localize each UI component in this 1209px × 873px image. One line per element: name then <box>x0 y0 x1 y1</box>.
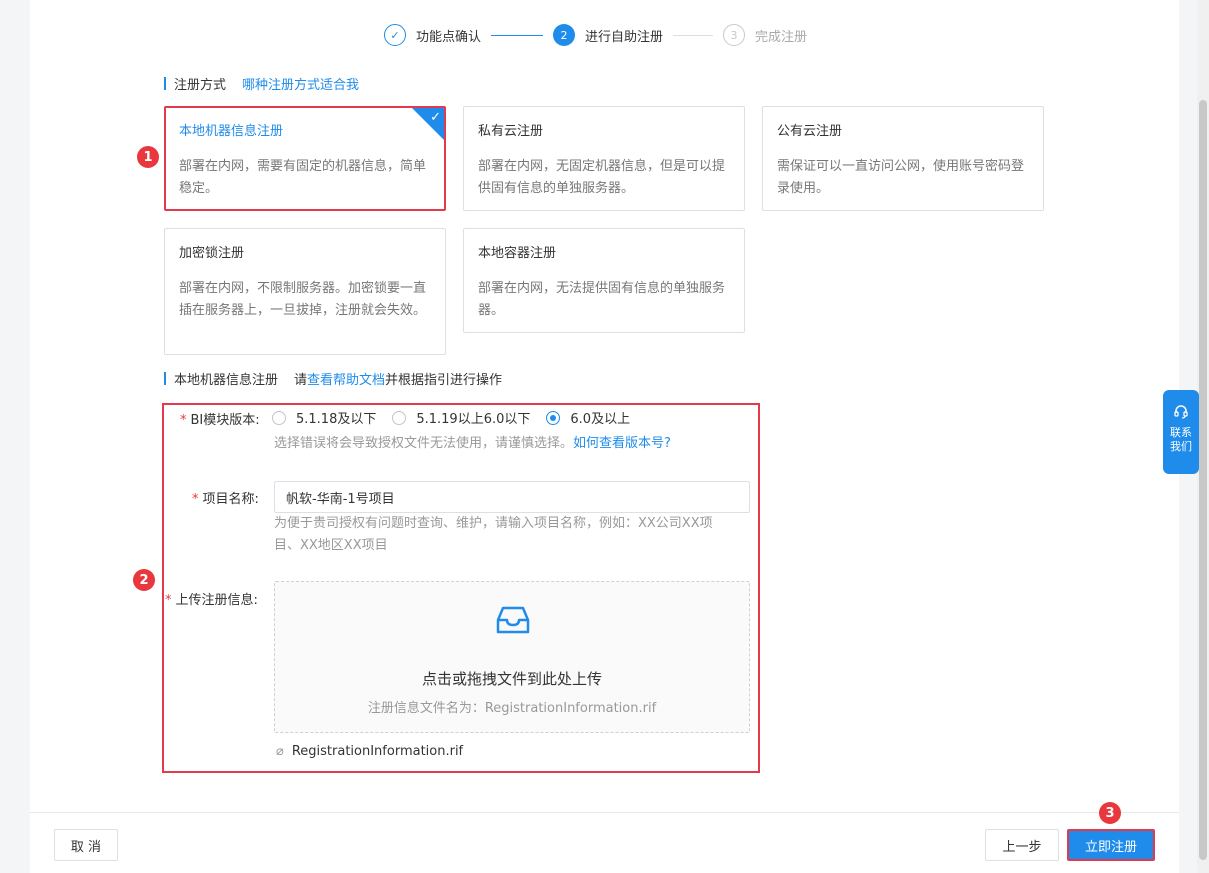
headset-icon <box>1174 405 1188 419</box>
instruction-suffix: 并根据指引进行操作 <box>385 373 503 388</box>
radio-circle[interactable] <box>546 410 561 425</box>
radio-label: 5.1.19以上6.0以下 <box>416 412 531 427</box>
section-title-text: 注册方式 <box>174 78 227 93</box>
section-title-text: 本地机器信息注册 <box>174 373 279 388</box>
annotation-badge-1: 1 <box>137 146 159 168</box>
registration-method-title: 注册方式 哪种注册方式适合我 <box>164 74 359 93</box>
radio-version-5118[interactable]: 5.1.18及以下 <box>272 408 376 427</box>
card-public-cloud[interactable]: 公有云注册 需保证可以一直访问公网，使用账号密码登录使用。 <box>762 106 1044 211</box>
annotation-badge-3: 3 <box>1099 802 1121 824</box>
project-hint: 为便于贵司授权有问题时查询、维护，请输入项目名称，例如：XX公司XX项 目、XX… <box>274 516 713 553</box>
step-connector <box>491 34 544 36</box>
card-dongle[interactable]: 加密锁注册 部署在内网，不限制服务器。加密锁要一直插在服务器上，一旦拔掉，注册就… <box>164 228 446 355</box>
radio-circle[interactable] <box>392 410 407 425</box>
progress-steps: ✓ 功能点确认 2 进行自助注册 3 完成注册 <box>384 22 807 48</box>
left-gutter <box>0 0 30 873</box>
card-private-cloud[interactable]: 私有云注册 部署在内网，无固定机器信息，但是可以提供固有信息的单独服务器。 <box>463 106 745 211</box>
upload-sub-text: 注册信息文件名为：RegistrationInformation.rif <box>367 701 657 716</box>
step-check-icon: ✓ <box>384 24 406 46</box>
step-number: 2 <box>553 24 576 46</box>
card-desc: 部署在内网，需要有固定的机器信息，简单稳定。 <box>179 159 427 196</box>
card-local-machine[interactable]: 本地机器信息注册 部署在内网，需要有固定的机器信息，简单稳定。 ✓ <box>164 106 446 211</box>
card-title: 私有云注册 <box>478 124 544 139</box>
step-function-confirm: ✓ 功能点确认 <box>384 24 481 46</box>
scrollbar-thumb[interactable] <box>1199 100 1207 860</box>
project-name-input[interactable] <box>274 481 750 513</box>
step-label: 功能点确认 <box>416 29 482 45</box>
paperclip-icon: ⌀ <box>276 744 284 759</box>
title-bar <box>164 372 166 385</box>
contact-label: 联系我们 <box>1170 426 1192 453</box>
version-radio-group: 5.1.18及以下 5.1.19以上6.0以下 6.0及以上 <box>272 408 646 427</box>
footer-divider <box>30 812 1179 813</box>
which-method-link[interactable]: 哪种注册方式适合我 <box>242 74 359 93</box>
inbox-icon <box>496 606 530 634</box>
radio-version-5119-60[interactable]: 5.1.19以上6.0以下 <box>392 408 530 427</box>
card-local-container[interactable]: 本地容器注册 部署在内网，无法提供固有信息的单独服务器。 <box>463 228 745 333</box>
instruction-prefix: 请 <box>294 373 308 388</box>
upload-dropzone[interactable]: 点击或拖拽文件到此处上传 注册信息文件名为：RegistrationInform… <box>274 581 750 733</box>
uploaded-file-name: RegistrationInformation.rif <box>291 744 464 759</box>
annotation-badge-2: 2 <box>133 569 155 591</box>
contact-us-button[interactable]: 联系我们 <box>1163 390 1199 474</box>
uploaded-file-item[interactable]: ⌀ RegistrationInformation.rif <box>276 744 463 759</box>
step-self-register: 2 进行自助注册 <box>553 24 663 46</box>
step-label: 进行自助注册 <box>585 29 664 45</box>
radio-version-60[interactable]: 6.0及以上 <box>546 408 630 427</box>
step-number: 3 <box>723 24 746 46</box>
card-title: 本地机器信息注册 <box>179 124 284 139</box>
card-desc: 需保证可以一直访问公网，使用账号密码登录使用。 <box>777 159 1025 196</box>
cancel-button[interactable]: 取 消 <box>54 829 118 861</box>
help-doc-link[interactable]: 查看帮助文档 <box>307 369 385 388</box>
register-now-button[interactable]: 立即注册 <box>1067 829 1155 861</box>
step-connector <box>673 34 714 36</box>
radio-label: 6.0及以上 <box>570 412 631 427</box>
step-complete: 3 完成注册 <box>723 24 807 46</box>
card-desc: 部署在内网，不限制服务器。加密锁要一直插在服务器上，一旦拔掉，注册就会失效。 <box>179 281 427 318</box>
prev-step-button[interactable]: 上一步 <box>985 829 1059 861</box>
version-label: * BI模块版本: <box>180 413 260 428</box>
upload-label: * 上传注册信息: <box>165 593 258 608</box>
card-title: 本地容器注册 <box>478 246 557 261</box>
card-title: 加密锁注册 <box>179 246 245 261</box>
version-hint: 选择错误将会导致授权文件无法使用，请谨慎选择。如何查看版本号? <box>274 436 671 451</box>
check-icon: ✓ <box>430 110 441 125</box>
card-title: 公有云注册 <box>777 124 843 139</box>
radio-label: 5.1.18及以下 <box>296 412 377 427</box>
card-desc: 部署在内网，无法提供固有信息的单独服务器。 <box>478 281 726 318</box>
local-register-title: 本地机器信息注册 请 查看帮助文档 并根据指引进行操作 <box>164 369 502 388</box>
title-bar <box>164 77 166 90</box>
card-desc: 部署在内网，无固定机器信息，但是可以提供固有信息的单独服务器。 <box>478 159 726 196</box>
radio-circle[interactable] <box>272 410 286 425</box>
how-check-version-link[interactable]: 如何查看版本号? <box>573 436 671 451</box>
project-name-label: * 项目名称: <box>192 492 259 507</box>
step-label: 完成注册 <box>755 29 808 45</box>
upload-main-text: 点击或拖拽文件到此处上传 <box>421 670 602 688</box>
